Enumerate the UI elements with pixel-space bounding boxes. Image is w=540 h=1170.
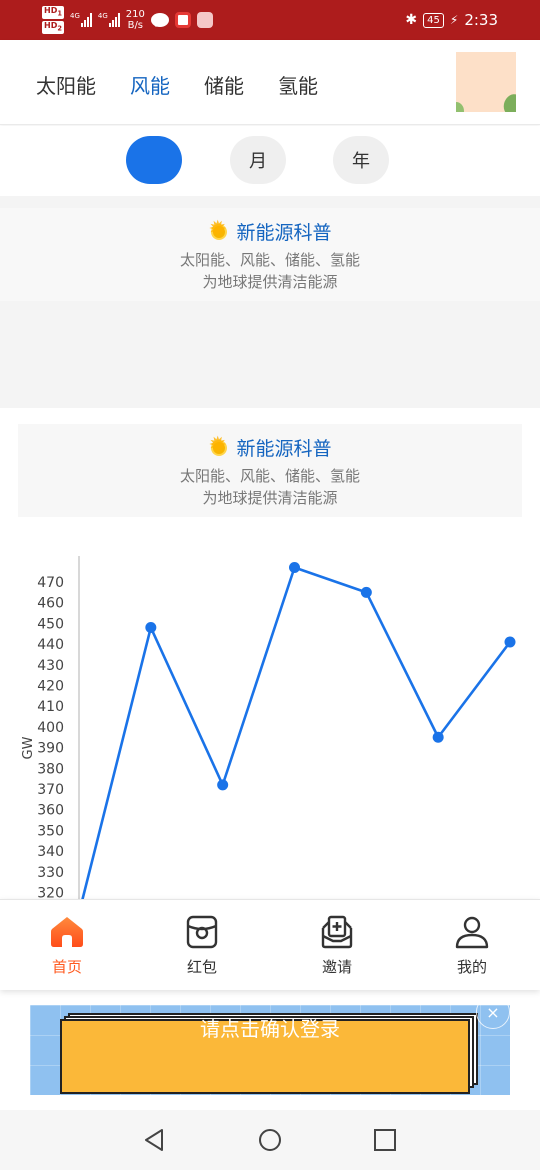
series-line: [80, 566, 512, 900]
nav-invite[interactable]: 邀请: [287, 900, 387, 991]
energy-info-card[interactable]: 新能源科普 太阳能、风能、储能、氢能 为地球提供清洁能源: [0, 208, 540, 301]
period-year-button[interactable]: 年: [333, 136, 389, 184]
y-tick-label: 370: [37, 782, 64, 798]
y-tick-label: 360: [37, 803, 64, 819]
y-tick-label: 410: [37, 699, 64, 715]
sun-icon: [208, 433, 230, 459]
login-confirm-text[interactable]: 请点击确认登录: [30, 1013, 510, 1042]
y-tick-label: 320: [37, 886, 64, 901]
period-selector: 月 年: [0, 126, 540, 196]
category-tabs: 太阳能 风能 储能 氢能: [36, 70, 352, 99]
nav-profile[interactable]: 我的: [422, 900, 522, 991]
card-title: 新能源科普: [18, 433, 522, 461]
period-day-button[interactable]: [126, 136, 182, 184]
y-tick-label: 440: [37, 637, 64, 653]
y-tick-label: 450: [37, 616, 64, 632]
back-icon[interactable]: [140, 1125, 170, 1155]
tab-wind[interactable]: 风能: [130, 70, 170, 99]
profile-icon: [455, 916, 489, 949]
leaf-decoration: [456, 102, 464, 112]
y-tick-label: 350: [37, 823, 64, 839]
data-point[interactable]: [289, 562, 300, 574]
period-month-button[interactable]: 月: [230, 136, 286, 184]
home-icon: [51, 917, 83, 947]
home-circle-icon[interactable]: [255, 1125, 285, 1155]
shop-app-icon: [196, 12, 213, 28]
card-subtitle: 太阳能、风能、储能、氢能 为地球提供清洁能源: [179, 467, 360, 507]
card-title: 新能源科普: [0, 217, 540, 245]
nav-home[interactable]: 首页: [17, 900, 117, 991]
y-tick-label: 390: [37, 741, 64, 757]
energy-info-card[interactable]: 新能源科普 太阳能、风能、储能、氢能 为地球提供清洁能源: [18, 424, 522, 517]
y-tick-label: 420: [37, 679, 64, 695]
y-tick-label: 400: [37, 720, 64, 736]
sun-icon: [208, 217, 230, 243]
y-tick-label: 460: [37, 596, 64, 612]
charging-icon: ⚡: [449, 13, 459, 27]
net-speed: 210 B/s: [125, 9, 145, 31]
hd-indicator: HD1 HD2: [42, 6, 64, 34]
y-tick-label: 430: [37, 658, 64, 674]
status-left: HD1 HD2 4G 4G 210 B/s: [42, 5, 213, 35]
data-point[interactable]: [504, 636, 516, 648]
y-tick-label: 470: [37, 575, 64, 591]
login-banner[interactable]: 请点击确认登录 ×: [30, 1005, 510, 1095]
data-point[interactable]: [360, 586, 372, 598]
recents-icon[interactable]: [370, 1125, 400, 1155]
y-tick-label: 380: [37, 761, 64, 777]
signal-1-icon: 4G: [70, 13, 92, 27]
bottom-navigation: 首页 红包 邀请 我的: [0, 899, 540, 990]
y-tick-label: 340: [37, 844, 64, 860]
leaf-decoration: [500, 91, 516, 112]
clock: 2:33: [464, 11, 498, 29]
category-tab-bar: 太阳能 风能 储能 氢能: [0, 40, 540, 125]
data-point[interactable]: [145, 622, 157, 634]
y-tick-label: 330: [37, 865, 64, 881]
data-point[interactable]: [217, 779, 229, 791]
bluetooth-icon: ✱: [405, 12, 418, 28]
video-app-icon: [174, 12, 191, 28]
nav-red-packet[interactable]: 红包: [152, 900, 252, 991]
wechat-icon: [150, 13, 169, 27]
tab-storage[interactable]: 储能: [204, 70, 244, 99]
series-group: [80, 562, 516, 900]
signal-2-icon: 4G: [98, 13, 120, 27]
tab-hydrogen[interactable]: 氢能: [278, 70, 318, 99]
category-thumbnail[interactable]: [456, 52, 516, 112]
power-line-chart: 470 460 450 440 430 420 410 400 390 380 370 360 350 3…: [21, 556, 516, 901]
card-subtitle: 太阳能、风能、储能、氢能 为地球提供清洁能源: [179, 251, 360, 291]
battery-indicator: 45: [423, 12, 444, 28]
invite-icon: [321, 915, 353, 949]
tab-solar[interactable]: 太阳能: [36, 70, 96, 99]
red-packet-icon: [186, 915, 218, 949]
data-point[interactable]: [432, 731, 444, 743]
status-right: ✱ 45 ⚡ 2:33: [405, 5, 498, 35]
y-axis-title: GW: [21, 736, 36, 759]
status-bar: HD1 HD2 4G 4G 210 B/s ✱ 45 ⚡ 2:33: [0, 0, 540, 40]
system-navigation-bar: [0, 1110, 540, 1170]
